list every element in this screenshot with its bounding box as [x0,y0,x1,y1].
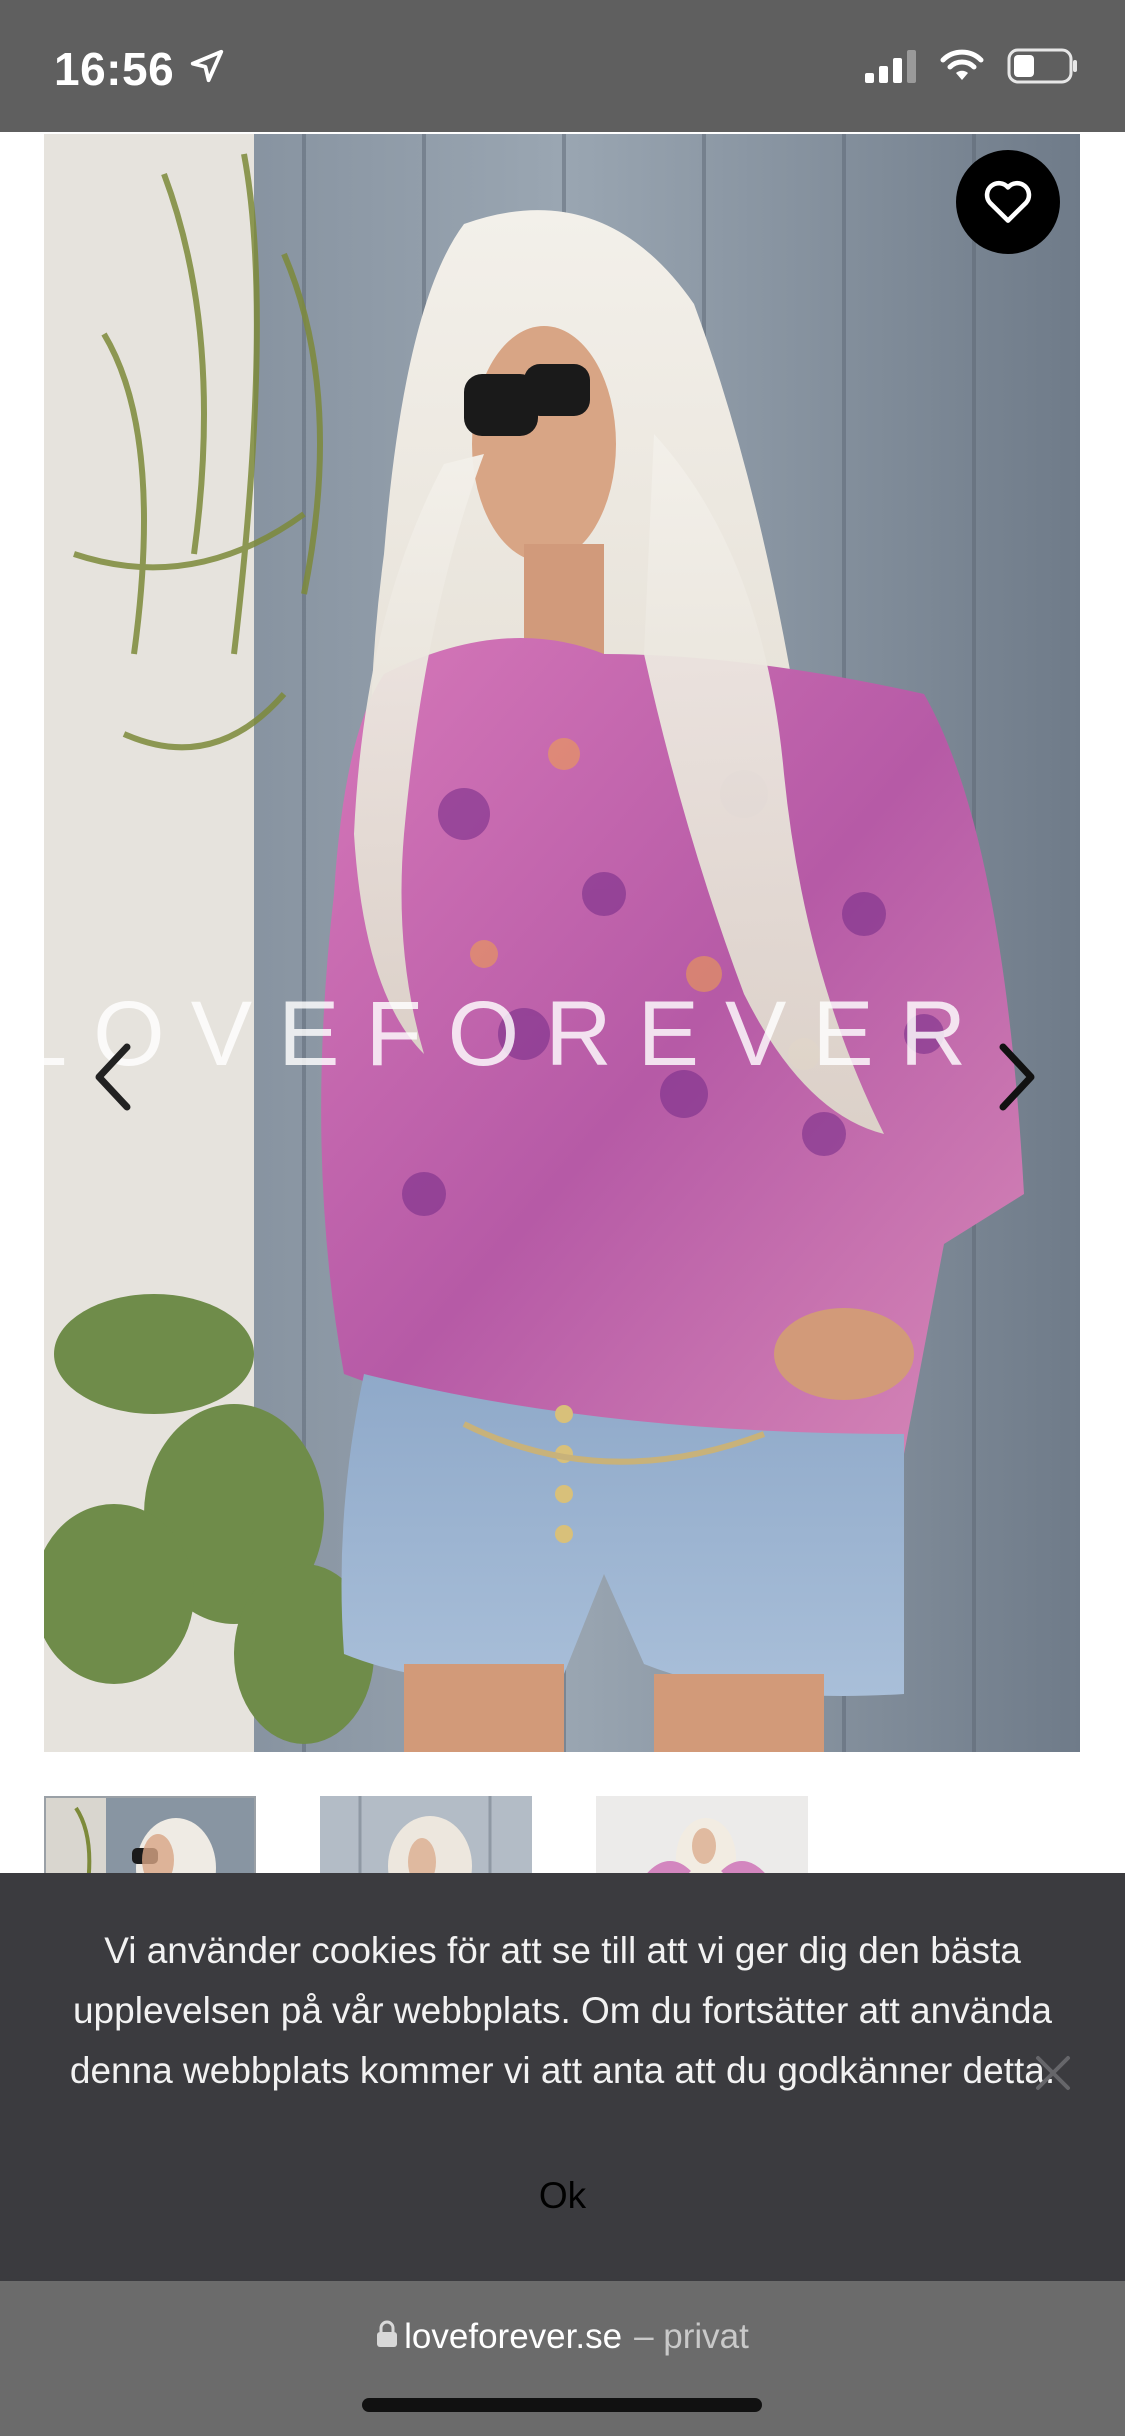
browser-url-bar[interactable]: loveforever.se – privat [0,2281,1125,2436]
status-icons [865,48,1079,89]
watermark-logo: LOVEFOREVER [44,983,993,1085]
gallery-next-button[interactable] [986,1034,1046,1124]
cookie-close-button[interactable] [1030,2050,1076,2096]
thumbnail-2[interactable] [320,1796,532,1876]
cookie-ok-button[interactable]: Ok [0,2175,1125,2217]
cellular-signal-icon [865,49,917,88]
chevron-right-icon [993,1041,1039,1118]
lock-icon [376,2317,398,2357]
wifi-icon [939,49,985,88]
url-domain: loveforever.se [404,2317,623,2356]
status-bar: 16:56 [0,0,1125,132]
chevron-left-icon [91,1041,137,1118]
gallery-prev-button[interactable] [84,1034,144,1124]
thumbnail-strip [44,1796,1080,1876]
product-image[interactable]: LOVEFOREVER [44,134,1080,1752]
thumbnail-3[interactable] [596,1796,808,1876]
private-mode-label: – privat [634,2317,749,2356]
product-photo [44,134,1080,1752]
cookie-message: Vi använder cookies för att se till att … [69,1930,1056,2091]
thumbnail-1[interactable] [44,1796,256,1876]
page: 16:56 LOVEFOREVER Vi använder cookies fö… [0,0,1125,2436]
status-time: 16:56 [54,43,175,95]
cookie-banner: Vi använder cookies för att se till att … [0,1873,1125,2281]
status-time-group: 16:56 [54,42,226,96]
location-arrow-icon [188,42,226,96]
close-icon [1030,2056,1076,2100]
home-indicator[interactable] [362,2398,762,2412]
favorite-button[interactable] [956,150,1060,254]
url-display[interactable]: loveforever.se – privat [0,2317,1125,2357]
heart-icon [982,176,1034,229]
battery-icon [1007,48,1079,89]
